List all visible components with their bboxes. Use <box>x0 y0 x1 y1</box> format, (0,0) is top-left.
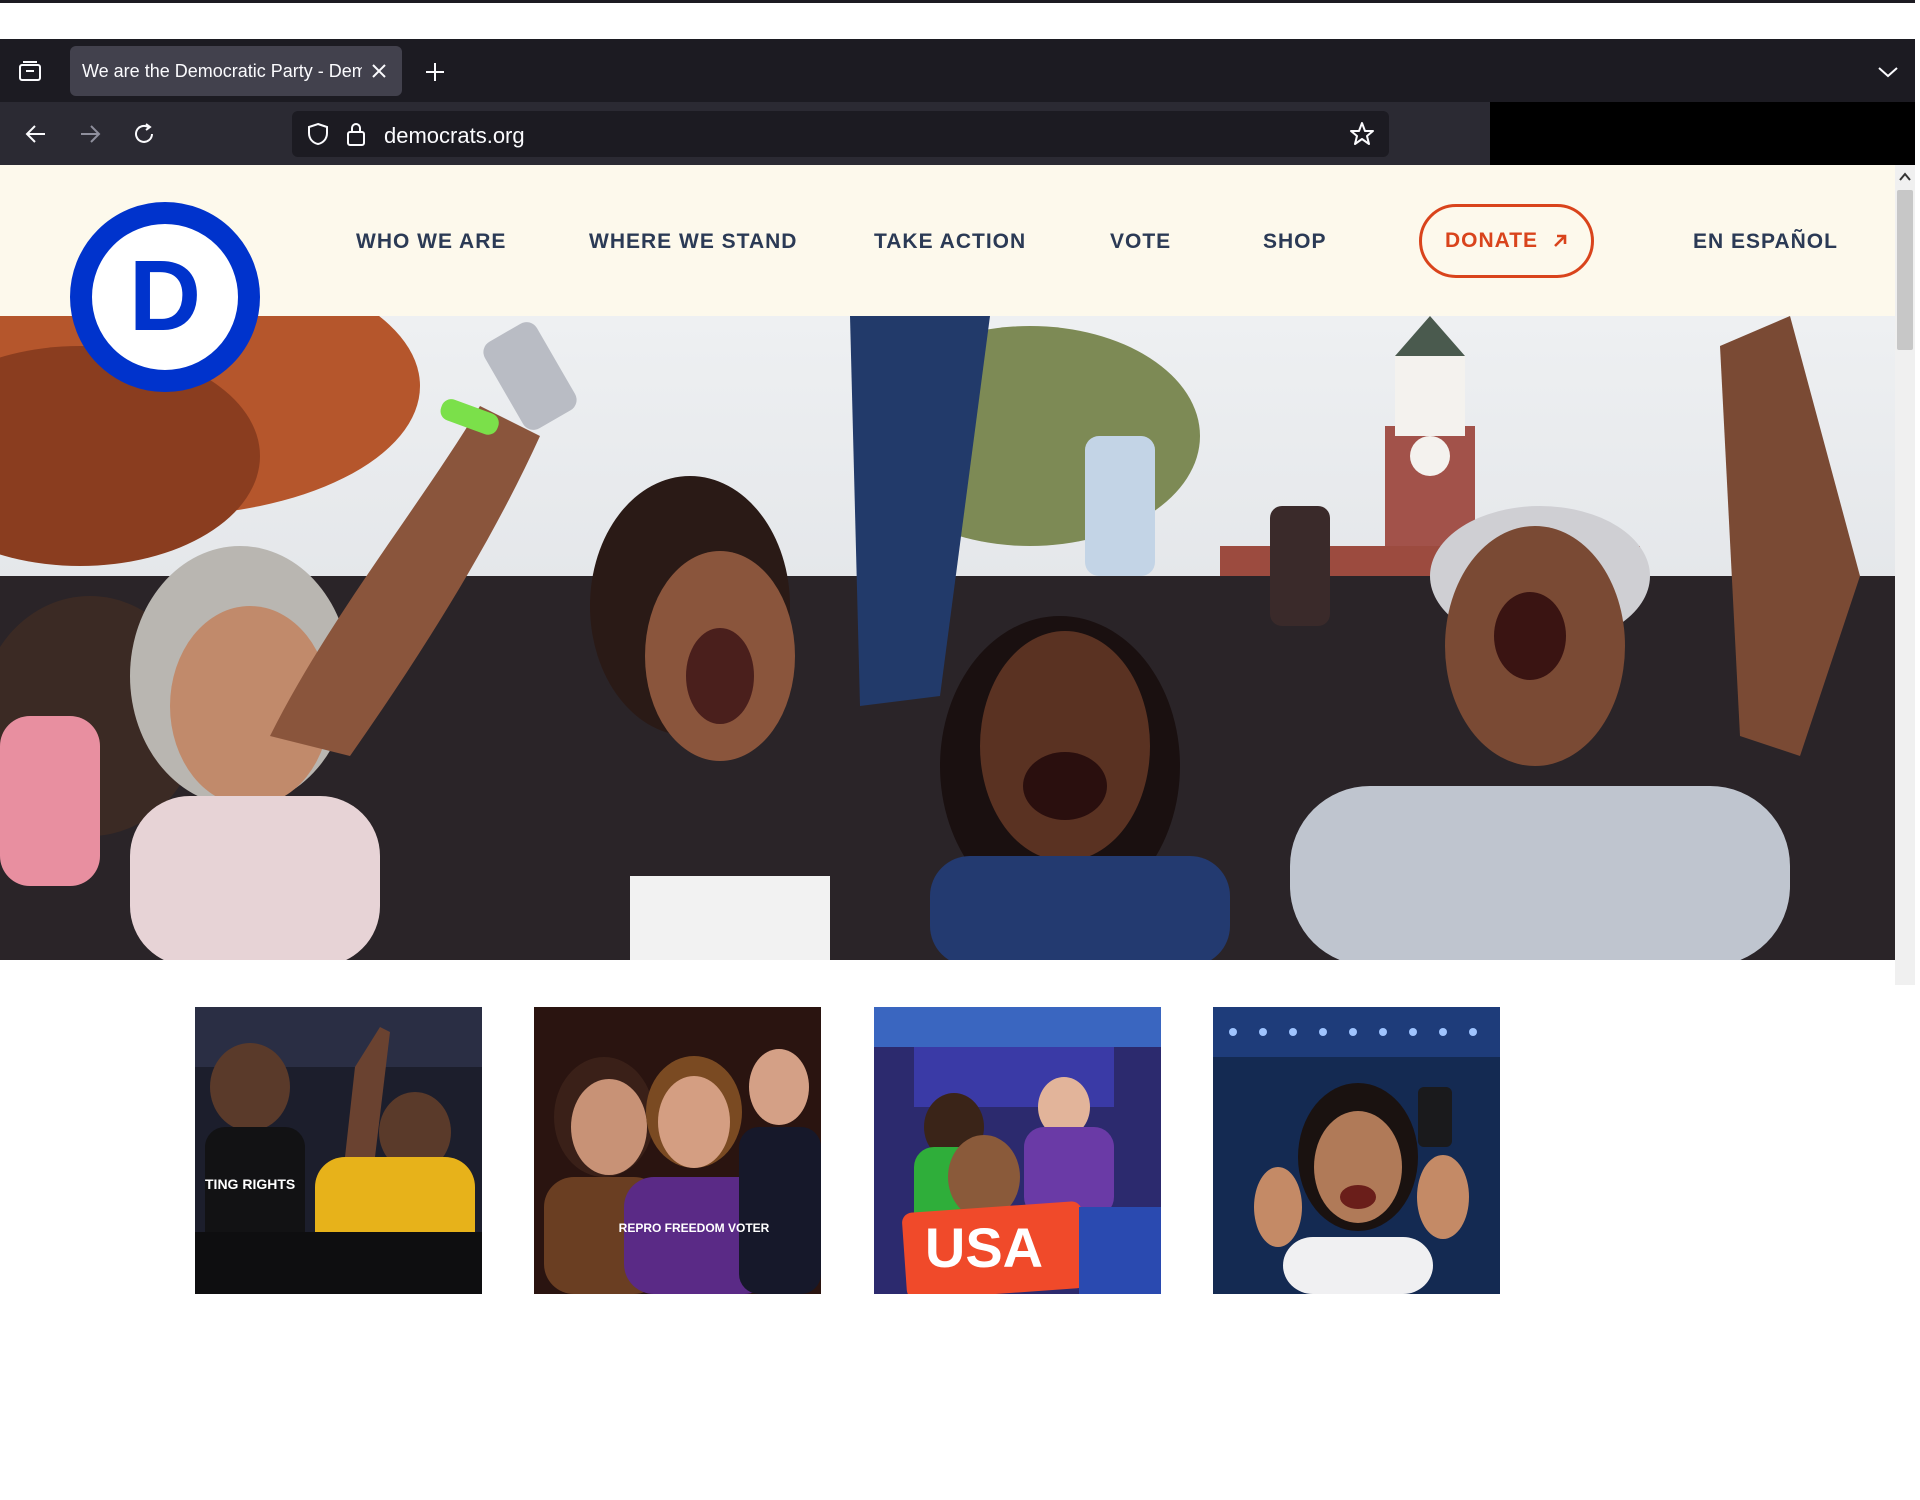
nav-en-espanol[interactable]: EN ESPAÑOL <box>1693 230 1838 254</box>
hero-photo-crowd <box>0 316 1895 960</box>
browser-tab-bar: We are the Democratic Party - Democrats <box>0 39 1915 102</box>
tracking-shield-icon[interactable] <box>306 122 330 146</box>
close-tab-icon[interactable] <box>368 60 390 82</box>
chevron-down-icon[interactable] <box>1875 59 1901 85</box>
bookmark-star-icon[interactable] <box>1349 121 1375 147</box>
new-tab-plus-icon[interactable] <box>420 57 450 87</box>
nav-who-we-are[interactable]: WHO WE ARE <box>356 230 506 254</box>
nav-shop[interactable]: SHOP <box>1263 230 1327 254</box>
rally-photo-1[interactable]: TING RIGHTS <box>195 1007 482 1294</box>
scroll-up-arrow-icon[interactable] <box>1897 170 1913 184</box>
thumbnail-sign-text: REPRO FREEDOM VOTER <box>619 1221 770 1235</box>
forward-arrow-icon[interactable] <box>74 118 106 150</box>
donate-button[interactable]: DONATE <box>1419 204 1594 278</box>
donate-label: DONATE <box>1444 229 1539 252</box>
back-arrow-icon[interactable] <box>20 118 52 150</box>
url-bar[interactable]: democrats.org <box>292 111 1389 157</box>
nav-take-action[interactable]: TAKE ACTION <box>874 230 1026 254</box>
browser-tab-active[interactable]: We are the Democratic Party - Democrats <box>70 46 402 96</box>
thumbnail-sign-text: TING RIGHTS <box>205 1176 295 1192</box>
window-top-strip <box>0 0 1920 39</box>
nav-where-we-stand[interactable]: WHERE WE STAND <box>589 230 797 254</box>
rally-photo-3[interactable]: USA <box>874 1007 1161 1294</box>
scrollbar-thumb[interactable] <box>1897 190 1913 350</box>
democrats-logo[interactable]: D <box>70 202 260 392</box>
tab-list-icon[interactable] <box>14 57 46 85</box>
redacted-toolbar-area <box>1490 102 1915 165</box>
arrow-up-right-icon <box>1554 234 1567 247</box>
rally-photo-4[interactable] <box>1213 1007 1500 1294</box>
nav-vote[interactable]: VOTE <box>1110 230 1171 254</box>
browser-nav-bar: democrats.org <box>0 102 1490 165</box>
logo-letter: D <box>129 240 201 352</box>
window-right-edge <box>1915 0 1920 1500</box>
tab-title: We are the Democratic Party - Democrats <box>82 60 362 81</box>
reload-icon[interactable] <box>128 118 160 150</box>
url-text[interactable]: democrats.org <box>384 123 525 149</box>
rally-photo-2[interactable]: REPRO FREEDOM VOTER <box>534 1007 821 1294</box>
lock-icon[interactable] <box>344 121 368 147</box>
thumbnail-sign-text: USA <box>925 1216 1043 1279</box>
